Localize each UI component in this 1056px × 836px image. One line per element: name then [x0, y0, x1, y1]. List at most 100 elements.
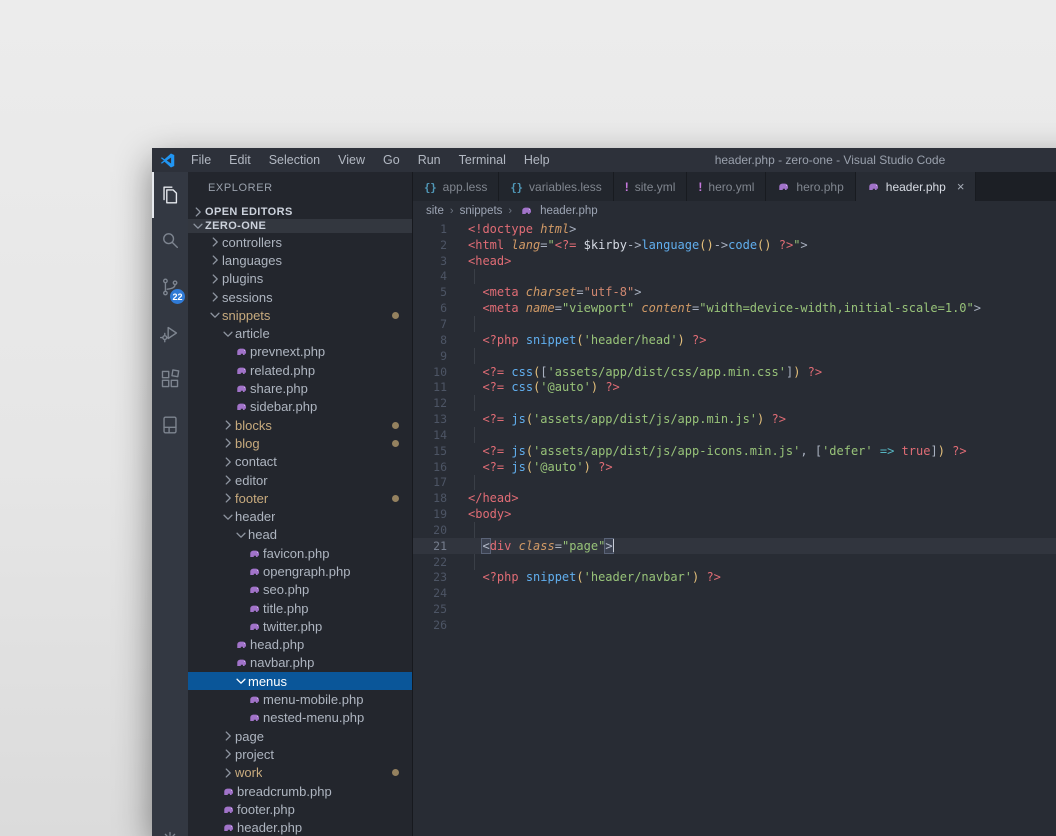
menu-edit[interactable]: Edit [220, 148, 260, 172]
code-line: 7 [413, 316, 1056, 332]
line-number: 9 [440, 348, 447, 363]
chevron-right-icon [207, 290, 222, 304]
code-line-content: <?= js('@auto') ?> [482, 459, 613, 474]
tree-item-sidebar-php[interactable]: sidebar.php [188, 398, 412, 416]
breadcrumb: site › snippets › header.php [413, 201, 1056, 220]
tree-item-work[interactable]: work [188, 764, 412, 782]
activity-extensions-icon[interactable] [152, 356, 188, 402]
tree-item-seo-php[interactable]: seo.php [188, 581, 412, 599]
php-file-icon [220, 821, 237, 834]
activity-explorer-icon[interactable] [152, 172, 188, 218]
chevron-down-icon [220, 510, 235, 524]
chevron-down-icon [233, 528, 248, 542]
tree-item-controllers[interactable]: controllers [188, 233, 412, 251]
tree-item-navbar-php[interactable]: navbar.php [188, 654, 412, 672]
tab-site-yml[interactable]: ! site.yml [613, 172, 688, 201]
line-number: 4 [440, 269, 447, 284]
code-line-content: <!doctype html> [468, 221, 577, 236]
tree-item-blog[interactable]: blog [188, 434, 412, 452]
tab-hero-php[interactable]: hero.php [766, 172, 856, 201]
tree-item-menu-mobile-php[interactable]: menu-mobile.php [188, 690, 412, 708]
indent-guide [474, 426, 475, 443]
code-editor[interactable]: 1 <!doctype html> 2 <html lang="<?= $kirby-… [413, 220, 1056, 836]
tree-item-related-php[interactable]: related.php [188, 361, 412, 379]
tree-item-twitter-php[interactable]: twitter.php [188, 617, 412, 635]
breadcrumb-item-snippets[interactable]: snippets [460, 205, 503, 217]
indent-guide [474, 347, 475, 364]
tree-item-footer-php[interactable]: footer.php [188, 800, 412, 818]
indent-guide [474, 395, 475, 412]
tree-item-footer[interactable]: footer [188, 489, 412, 507]
activity-source-control-icon[interactable]: 22 [152, 264, 188, 310]
menu-view[interactable]: View [329, 148, 374, 172]
tree-item-label: nested-menu.php [263, 710, 365, 726]
line-number: 15 [433, 443, 447, 458]
tree-item-label: opengraph.php [263, 563, 351, 579]
breadcrumb-item-file[interactable]: header.php [518, 204, 598, 217]
tree-item-head[interactable]: head [188, 526, 412, 544]
tab-variables-less[interactable]: {} variables.less [499, 172, 614, 201]
modified-dot-badge [392, 311, 399, 319]
sidebar-sections: OPEN EDITORS ZERO-ONE [188, 205, 412, 233]
tree-item-label: menus [248, 673, 288, 689]
breadcrumb-item-site[interactable]: site [426, 205, 444, 217]
tree-item-article[interactable]: article [188, 324, 412, 342]
menu-go[interactable]: Go [374, 148, 409, 172]
activity-run-and-debug-icon[interactable] [152, 310, 188, 356]
tree-item-favicon-php[interactable]: favicon.php [188, 544, 412, 562]
tree-item-editor[interactable]: editor [188, 471, 412, 489]
menu-terminal[interactable]: Terminal [450, 148, 515, 172]
menu-help[interactable]: Help [515, 148, 559, 172]
tree-item-prevnext-php[interactable]: prevnext.php [188, 343, 412, 361]
tree-item-header-php[interactable]: header.php [188, 819, 412, 836]
tree-item-menus[interactable]: menus [188, 672, 412, 691]
activity-manage-icon[interactable] [152, 816, 188, 836]
chevron-right-icon [220, 455, 235, 469]
close-icon[interactable]: × [957, 180, 965, 193]
yaml-icon: ! [624, 179, 629, 194]
section-label: OPEN EDITORS [205, 206, 293, 218]
code-line-content: <?php snippet('header/head') ?> [482, 332, 707, 347]
tab-hero-yml[interactable]: ! hero.yml [687, 172, 767, 201]
tree-item-head-php[interactable]: head.php [188, 636, 412, 654]
tab-header-php[interactable]: header.php × [855, 172, 977, 201]
tree-item-label: footer.php [237, 801, 295, 817]
braces-icon: {} [510, 181, 524, 194]
menu-file[interactable]: File [182, 148, 220, 172]
modified-dot-badge [392, 421, 399, 429]
activity-notebook-icon[interactable] [152, 402, 188, 448]
section-zero-one[interactable]: ZERO-ONE [188, 219, 412, 233]
tree-item-opengraph-php[interactable]: opengraph.php [188, 562, 412, 580]
line-number: 20 [433, 522, 447, 537]
line-number: 5 [440, 285, 447, 300]
line-number: 1 [440, 221, 447, 236]
tree-item-sessions[interactable]: sessions [188, 288, 412, 306]
activity-bar: 22 [152, 172, 188, 836]
tree-item-contact[interactable]: contact [188, 453, 412, 471]
tree-item-blocks[interactable]: blocks [188, 416, 412, 434]
tree-item-share-php[interactable]: share.php [188, 379, 412, 397]
tree-item-label: contact [235, 454, 277, 470]
tree-item-title-php[interactable]: title.php [188, 599, 412, 617]
menu-run[interactable]: Run [409, 148, 450, 172]
tree-item-header[interactable]: header [188, 507, 412, 525]
section-label: ZERO-ONE [205, 220, 267, 232]
menu-selection[interactable]: Selection [260, 148, 329, 172]
tree-item-breadcrumb-php[interactable]: breadcrumb.php [188, 782, 412, 800]
tree-item-label: favicon.php [263, 545, 330, 561]
tree-item-project[interactable]: project [188, 745, 412, 763]
tree-item-nested-menu-php[interactable]: nested-menu.php [188, 709, 412, 727]
section-open-editors[interactable]: OPEN EDITORS [188, 205, 412, 219]
php-file-icon [246, 620, 263, 633]
line-number: 12 [433, 396, 447, 411]
tree-item-plugins[interactable]: plugins [188, 270, 412, 288]
activity-search-icon[interactable] [152, 218, 188, 264]
tree-item-label: controllers [222, 234, 282, 250]
code-line: 1 <!doctype html> [413, 221, 1056, 237]
tree-item-snippets[interactable]: snippets [188, 306, 412, 324]
tab-app-less[interactable]: {} app.less [413, 172, 500, 201]
tree-item-page[interactable]: page [188, 727, 412, 745]
tree-item-languages[interactable]: languages [188, 251, 412, 269]
code-line: 3 <head> [413, 253, 1056, 269]
tree-item-label: prevnext.php [250, 344, 326, 360]
